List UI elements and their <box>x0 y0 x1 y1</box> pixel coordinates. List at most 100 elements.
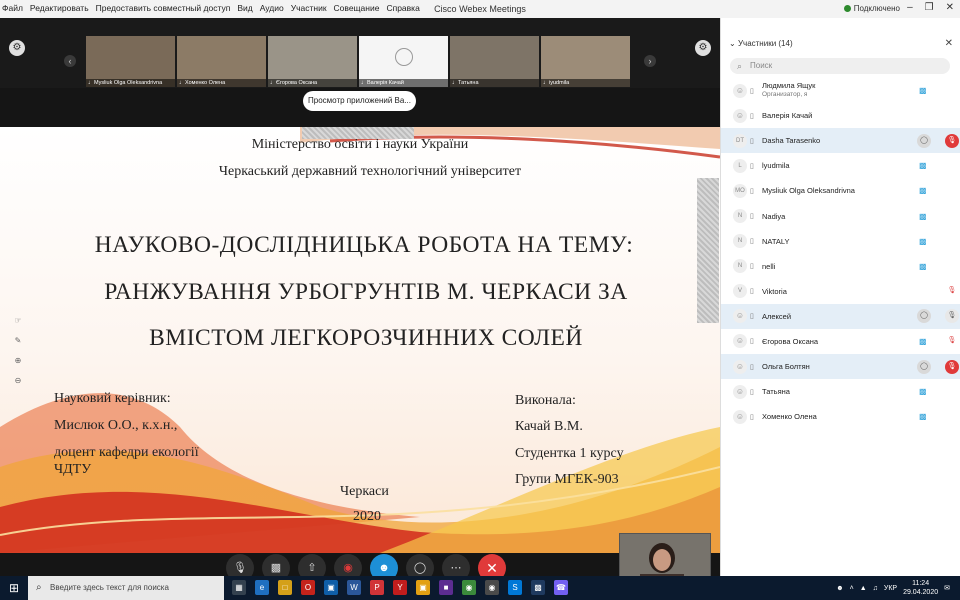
title-bar: Файл Редактировать Предоставить совместн… <box>0 0 960 18</box>
taskbar-search-input[interactable]: Введите здесь текст для поиска <box>28 576 224 600</box>
video-thumbnail[interactable]: Єгорова Оксана <box>268 36 357 87</box>
avatar: DT <box>733 133 747 148</box>
menu-item-help[interactable]: Справка <box>386 3 419 13</box>
skype-icon[interactable]: S <box>508 580 522 595</box>
video-thumbnail[interactable]: iyudmila <box>541 36 630 87</box>
edge-icon[interactable]: e <box>255 580 269 595</box>
phone-icon: ▯ <box>750 313 754 321</box>
menu-item-meeting[interactable]: Совещание <box>334 3 380 13</box>
avatar <box>733 334 747 349</box>
participant-row[interactable]: ▯ Татьяна ▩ <box>721 379 960 404</box>
participant-search-input[interactable]: Поиск <box>730 58 950 74</box>
slide-supervisor-line: Науковий керівник: <box>54 391 171 406</box>
screen-icon[interactable]: ▩ <box>531 580 545 595</box>
microphone-icon[interactable]: 🎙 <box>945 284 959 298</box>
participant-row[interactable]: ▯ Хоменко Олена ▩ <box>721 404 960 429</box>
app-icon[interactable]: ■ <box>439 580 453 595</box>
yandex-icon[interactable]: Y <box>393 580 407 595</box>
connection-status: Подключено <box>843 4 900 13</box>
menu-item-share[interactable]: Предоставить совместный доступ <box>96 3 231 13</box>
participant-role: Организатор, я <box>762 91 808 98</box>
video-thumbnail[interactable]: Mysliuk Olga Oleksandrivna <box>86 36 175 87</box>
opera-icon[interactable]: O <box>301 580 315 595</box>
folder-icon[interactable]: ▣ <box>416 580 430 595</box>
viber-icon[interactable]: ☎ <box>554 580 568 595</box>
user-icon[interactable]: ☻ <box>836 585 843 592</box>
chat-icon[interactable]: ◯ <box>917 359 931 374</box>
window-controls: – ❐ ✕ <box>907 2 954 13</box>
participant-row[interactable]: L ▯ lyudmila ▩ <box>721 153 960 178</box>
chevron-right-icon[interactable]: › <box>644 55 656 67</box>
video-camera-icon: ▩ <box>919 387 927 397</box>
gear-icon[interactable]: ⚙ <box>695 40 711 56</box>
video-camera-icon: ▩ <box>919 86 927 96</box>
close-icon[interactable]: ✕ <box>946 2 954 13</box>
phone-icon: ▯ <box>750 388 754 396</box>
notifications-icon[interactable]: ✉ <box>944 584 950 592</box>
menu-item-participant[interactable]: Участник <box>291 3 327 13</box>
task-view-icon[interactable]: ▦ <box>232 580 246 595</box>
participant-row[interactable]: N ▯ nelli ▩ <box>721 254 960 279</box>
volume-icon[interactable]: ♫ <box>873 585 878 592</box>
participant-row[interactable]: V ▯ Viktoria 🎙 <box>721 279 960 304</box>
slide-performer-line: Групи МГЕК-903 <box>515 472 619 487</box>
video-camera-icon: ▩ <box>919 336 927 346</box>
menu-item-view[interactable]: Вид <box>237 3 252 13</box>
word-icon[interactable]: W <box>347 580 361 595</box>
restore-icon[interactable]: ❐ <box>925 2 934 13</box>
zoom-out-icon[interactable]: ⊖ <box>12 375 24 387</box>
gear-icon[interactable]: ⚙ <box>9 40 25 56</box>
video-thumbnail[interactable]: Татьяна <box>450 36 539 87</box>
participant-row[interactable]: N ▯ NATALY ▩ <box>721 229 960 254</box>
participant-row[interactable]: ▯ Людмила ЯщукОрганизатор, я ▩ <box>721 78 960 103</box>
windows-start-icon[interactable]: ⊞ <box>0 576 28 600</box>
video-camera-icon: ▩ <box>919 261 927 271</box>
chevron-left-icon[interactable]: ‹ <box>64 55 76 67</box>
menu-item-edit[interactable]: Редактировать <box>30 3 89 13</box>
phone-icon: ▯ <box>750 87 754 95</box>
language-indicator[interactable]: УКР <box>884 585 897 592</box>
participant-row[interactable]: ▯ Ольга Болтян ◯ 🎙 <box>721 354 960 380</box>
microphone-icon[interactable]: 🎙 <box>945 133 959 148</box>
slide-title-line: ВМІСТОМ ЛЕГКОРОЗЧИННИХ СОЛЕЙ <box>149 325 583 351</box>
chat-icon[interactable]: ◯ <box>917 309 931 324</box>
pointer-icon[interactable]: ☞ <box>12 315 24 327</box>
avatar <box>733 359 747 374</box>
menu-item-file[interactable]: Файл <box>2 3 23 13</box>
participant-row[interactable]: N ▯ Nadiya ▩ <box>721 203 960 228</box>
chevron-up-icon[interactable]: ˄ <box>850 585 854 592</box>
avatar <box>733 108 747 123</box>
slide-scroll-handle-top[interactable] <box>302 127 414 139</box>
slide-scroll-handle-right[interactable] <box>697 178 719 323</box>
close-icon[interactable]: ✕ <box>945 38 953 49</box>
participant-row[interactable]: ▯ Єгорова Оксана ▩ 🎙 <box>721 329 960 354</box>
microphone-icon[interactable]: 🎙 <box>945 359 959 374</box>
participant-name: Алексей <box>762 311 792 321</box>
participant-row[interactable]: DT ▯ Dasha Tarasenko ◯ 🎙 <box>721 128 960 154</box>
powerpoint-icon[interactable]: P <box>370 580 384 595</box>
store-icon[interactable]: ▣ <box>324 580 338 595</box>
chat-icon[interactable]: ◯ <box>917 133 931 148</box>
network-icon[interactable]: ▲ <box>860 585 867 592</box>
participant-row[interactable]: ▯ Валерія Качай <box>721 103 960 128</box>
microphone-icon[interactable]: 🎙 <box>945 334 959 348</box>
phone-icon: ▯ <box>750 363 754 371</box>
thumbnail-name: Хоменко Олена <box>177 79 266 87</box>
minimize-icon[interactable]: – <box>907 2 913 13</box>
slide-city: Черкаси <box>340 484 389 499</box>
clock[interactable]: 11:24 29.04.2020 <box>903 579 938 597</box>
participant-row[interactable]: ▯ Алексей ◯ 🎙 <box>721 303 960 329</box>
slide-supervisor-line: ЧДТУ <box>54 462 92 477</box>
video-thumbnail[interactable]: Валерія Качай <box>359 36 448 87</box>
video-thumbnail[interactable]: Хоменко Олена <box>177 36 266 87</box>
video-camera-icon: ▩ <box>919 161 927 171</box>
menu-item-audio[interactable]: Аудио <box>260 3 284 13</box>
participant-row[interactable]: MO ▯ Mysliuk Olga Oleksandrivna ▩ <box>721 178 960 203</box>
annotate-icon[interactable]: ✎ <box>12 335 24 347</box>
webex-icon[interactable]: ◉ <box>485 580 499 595</box>
zoom-in-icon[interactable]: ⊕ <box>12 355 24 367</box>
view-apps-button[interactable]: Просмотр приложений Ва... <box>303 91 416 111</box>
file-explorer-icon[interactable]: □ <box>278 580 292 595</box>
microphone-icon[interactable]: 🎙 <box>945 309 959 324</box>
chrome-icon[interactable]: ◉ <box>462 580 476 595</box>
